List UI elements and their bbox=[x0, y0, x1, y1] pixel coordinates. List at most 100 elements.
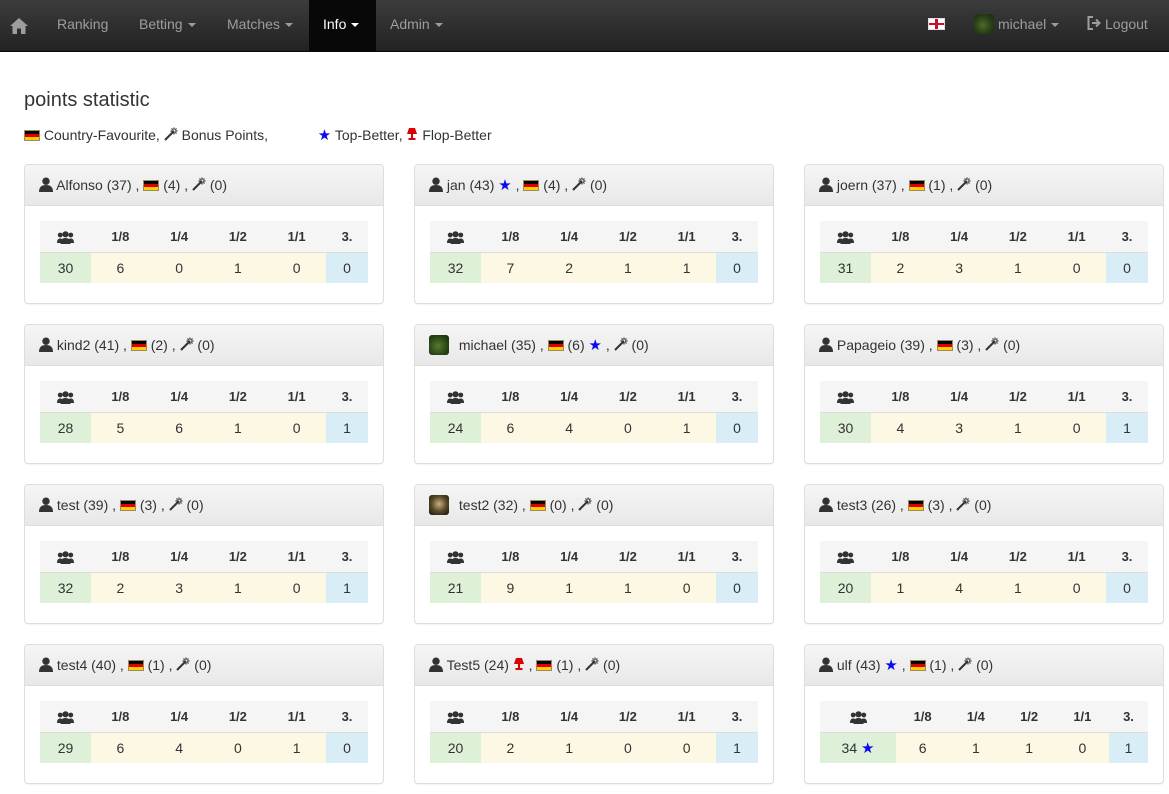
home-icon[interactable] bbox=[0, 0, 38, 51]
country-points: (1) bbox=[147, 657, 165, 673]
stage-header: 1/1 bbox=[1047, 541, 1106, 573]
user-stat-card: joern (37) , (1) , (0) 1/8 1/4 1/2 1/1 3. 31 2 3… bbox=[804, 164, 1164, 304]
user-icon bbox=[39, 497, 53, 512]
stage-header: 1/1 bbox=[267, 701, 326, 733]
user-points: (41) bbox=[94, 337, 120, 353]
user-icon bbox=[429, 657, 443, 672]
country-points: (3) bbox=[956, 337, 974, 353]
user-stat-card: test2 (32) , (0) , (0) 1/8 1/4 1/2 1/1 3. 21 9 1… bbox=[414, 484, 774, 624]
stage-header: 1/8 bbox=[91, 701, 150, 733]
stage-cell: 0 bbox=[1055, 732, 1109, 763]
users-icon bbox=[57, 551, 74, 565]
stats-table: 1/8 1/4 1/2 1/1 3. 32 7 2 1 1 0 bbox=[430, 221, 758, 283]
stage-cell: 0 bbox=[267, 572, 326, 603]
nav-matches[interactable]: Matches bbox=[227, 0, 293, 51]
users-header bbox=[430, 381, 481, 413]
card-header: Alfonso (37) , (4) , (0) bbox=[25, 165, 383, 206]
legend-bonus: Bonus Points, bbox=[181, 127, 268, 143]
stats-table: 1/8 1/4 1/2 1/1 3. 20 1 4 1 0 0 bbox=[820, 541, 1148, 603]
user-stat-card: test (39) , (3) , (0) 1/8 1/4 1/2 1/1 3. 32 2 3 1… bbox=[24, 484, 384, 624]
users-cell: 30 bbox=[40, 252, 91, 283]
stage-cell: 4 bbox=[539, 412, 599, 443]
nav-admin[interactable]: Admin bbox=[390, 0, 443, 51]
user-points: (43) bbox=[855, 657, 881, 673]
card-header: Test5 (24) , (1) , (0) bbox=[415, 645, 773, 686]
users-icon bbox=[57, 231, 74, 245]
users-header bbox=[40, 701, 91, 733]
stage-cell: 1 bbox=[1002, 732, 1056, 763]
stats-table: 1/8 1/4 1/2 1/1 3. 24 6 4 0 1 0 bbox=[430, 381, 758, 443]
country-points: (0) bbox=[549, 497, 567, 513]
stage-header: 3. bbox=[716, 221, 758, 253]
bonus-points: (0) bbox=[194, 657, 212, 673]
users-cell: 20 bbox=[820, 572, 871, 603]
user-stat-card: jan (43) ★ , (4) , (0) 1/8 1/4 1/2 1/1 3. 32 7 2… bbox=[414, 164, 774, 304]
stage-cell: 0 bbox=[1047, 572, 1106, 603]
stage-header: 1/4 bbox=[949, 701, 1003, 733]
user-icon bbox=[819, 337, 833, 352]
users-cell: 32 bbox=[430, 252, 481, 283]
user-icon bbox=[39, 337, 53, 352]
germany-flag-icon bbox=[909, 659, 926, 671]
user-name: test bbox=[56, 497, 80, 513]
stage-header: 3. bbox=[716, 541, 758, 573]
legend-flop: Flop-Better bbox=[422, 127, 492, 143]
stage-cell: 0 bbox=[598, 412, 658, 443]
stage-header: 1/1 bbox=[657, 701, 716, 733]
stage-header: 1/8 bbox=[871, 381, 930, 413]
stage-header: 3. bbox=[716, 701, 758, 733]
stage-header: 1/4 bbox=[149, 701, 209, 733]
stats-table: 1/8 1/4 1/2 1/1 3. 34 ★ 6 1 1 0 1 bbox=[820, 701, 1148, 763]
nav-ranking[interactable]: Ranking bbox=[57, 0, 108, 51]
stage-cell: 1 bbox=[657, 252, 716, 283]
user-points: (40) bbox=[91, 657, 117, 673]
stage-cell: 1 bbox=[716, 732, 758, 763]
stage-header: 1/2 bbox=[208, 381, 268, 413]
users-cell: 30 bbox=[820, 412, 871, 443]
card-header: test2 (32) , (0) , (0) bbox=[415, 485, 773, 526]
user-points: (26) bbox=[871, 497, 897, 513]
stage-header: 1/2 bbox=[598, 701, 658, 733]
user-menu[interactable]: michael bbox=[974, 0, 1060, 51]
germany-flag-icon bbox=[119, 499, 136, 511]
stage-cell: 0 bbox=[326, 732, 368, 763]
nav-info[interactable]: Info bbox=[309, 0, 376, 51]
stage-cell: 3 bbox=[149, 572, 209, 603]
bonus-points: (0) bbox=[603, 657, 621, 673]
stage-header: 1/4 bbox=[539, 541, 599, 573]
stage-header: 3. bbox=[326, 221, 368, 253]
germany-flag-icon bbox=[907, 499, 924, 511]
user-stat-card: ulf (43) ★ , (1) , (0) 1/8 1/4 1/2 1/1 3. 34 ★… bbox=[804, 644, 1164, 784]
magic-wand-icon bbox=[578, 497, 592, 512]
users-icon bbox=[447, 551, 464, 565]
stats-table: 1/8 1/4 1/2 1/1 3. 30 6 0 1 0 0 bbox=[40, 221, 368, 283]
stage-cell: 0 bbox=[267, 252, 326, 283]
stage-header: 3. bbox=[326, 381, 368, 413]
nav-betting[interactable]: Betting bbox=[139, 0, 196, 51]
users-icon bbox=[447, 231, 464, 245]
stage-cell: 1 bbox=[326, 412, 368, 443]
germany-flag-icon bbox=[547, 339, 564, 351]
stage-header: 1/2 bbox=[598, 221, 658, 253]
stage-cell: 1 bbox=[1109, 732, 1148, 763]
users-header bbox=[40, 541, 91, 573]
english-flag-icon[interactable] bbox=[928, 18, 945, 30]
logout-button[interactable]: Logout bbox=[1087, 0, 1148, 51]
stage-header: 1/4 bbox=[539, 701, 599, 733]
country-points: (3) bbox=[927, 497, 945, 513]
stage-header: 1/1 bbox=[1047, 381, 1106, 413]
user-points: (35) bbox=[511, 337, 536, 353]
stage-header: 1/8 bbox=[91, 221, 150, 253]
bonus-points: (0) bbox=[975, 177, 993, 193]
magic-wand-icon bbox=[168, 497, 183, 512]
stage-header: 3. bbox=[1106, 541, 1148, 573]
country-points: (6) bbox=[567, 337, 585, 353]
stage-cell: 1 bbox=[598, 572, 658, 603]
country-points: (1) bbox=[929, 657, 947, 673]
bonus-points: (0) bbox=[589, 177, 608, 193]
country-points: (4) bbox=[163, 177, 181, 193]
stage-header: 3. bbox=[1106, 381, 1148, 413]
star-icon: ★ bbox=[498, 177, 512, 194]
user-name: joern bbox=[836, 177, 869, 193]
magic-wand-icon bbox=[192, 177, 206, 192]
